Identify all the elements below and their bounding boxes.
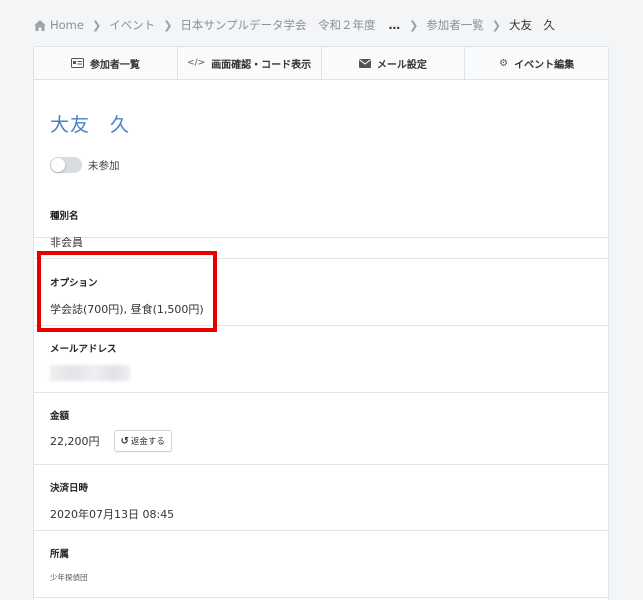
participant-card: 参加者一覧 </> 画面確認・コード表示 メール設定 ⚙ イベント編集 大友 久… — [33, 46, 609, 600]
type-label: 種別名 — [50, 211, 79, 222]
code-icon: </> — [187, 58, 206, 68]
home-icon — [34, 19, 46, 31]
breadcrumb-event-link[interactable]: イベント — [109, 17, 155, 33]
tab-mail-settings[interactable]: メール設定 — [322, 47, 466, 79]
tab-label: 参加者一覧 — [89, 59, 140, 71]
affiliation-value: 少年探偵団 — [50, 573, 88, 582]
tab-label: 画面確認・コード表示 — [211, 59, 312, 71]
paid-at-label: 決済日時 — [50, 483, 89, 494]
gear-icon: ⚙ — [499, 57, 509, 69]
amount-label: 金額 — [50, 411, 70, 422]
option-value: 学会誌(700円), 昼食(1,500円) — [50, 303, 204, 316]
affiliation-section: 所属 少年探偵団 — [34, 530, 608, 597]
envelope-icon — [358, 58, 371, 68]
tab-preview-code[interactable]: </> 画面確認・コード表示 — [178, 47, 322, 79]
email-redacted-value — [50, 365, 130, 381]
attendance-toggle[interactable] — [50, 157, 82, 173]
toggle-knob — [51, 158, 65, 172]
breadcrumb: Home ❯ イベント ❯ 日本サンプルデータ学会 令和２年度 … ❯ 参加者一… — [34, 16, 555, 34]
id-card-icon — [70, 58, 84, 68]
tab-bar: 参加者一覧 </> 画面確認・コード表示 メール設定 ⚙ イベント編集 — [34, 47, 608, 80]
breadcrumb-current: 大友 久 — [509, 18, 555, 32]
paid-at-section: 決済日時 2020年07月13日 08:45 — [34, 464, 608, 530]
breadcrumb-home-link[interactable]: Home — [50, 18, 84, 32]
type-value: 非会員 — [50, 236, 83, 249]
paid-at-value: 2020年07月13日 08:45 — [50, 508, 175, 521]
tab-label: イベント編集 — [514, 59, 575, 71]
affiliation-label: 所属 — [50, 549, 70, 560]
undo-icon: ↺ — [120, 435, 129, 447]
amount-section: 金額 22,200円 ↺ 返金する — [34, 392, 608, 464]
email-section: メールアドレス — [34, 325, 608, 392]
participant-name: 大友 久 — [50, 114, 131, 136]
chevron-right-icon: ❯ — [163, 18, 173, 32]
attendance-status-label: 未参加 — [88, 159, 120, 172]
tab-label: メール設定 — [376, 59, 427, 71]
breadcrumb-ellipsis[interactable]: … — [389, 18, 402, 32]
tab-event-edit[interactable]: ⚙ イベント編集 — [465, 47, 608, 79]
chevron-right-icon: ❯ — [91, 18, 102, 32]
chevron-right-icon: ❯ — [491, 18, 501, 32]
option-section: オプション 学会誌(700円), 昼食(1,500円) — [34, 258, 608, 325]
participant-header: 大友 久 未参加 種別名 非会員 — [34, 80, 608, 249]
email-label: メールアドレス — [50, 344, 117, 355]
chevron-right-icon: ❯ — [409, 18, 419, 32]
breadcrumb-event-name-link[interactable]: 日本サンプルデータ学会 令和２年度 — [180, 17, 375, 33]
breadcrumb-participants-link[interactable]: 参加者一覧 — [426, 17, 484, 33]
amount-value: 22,200円 — [50, 435, 100, 448]
tab-participant-list[interactable]: 参加者一覧 — [34, 47, 178, 79]
option-label: オプション — [50, 278, 98, 289]
refund-button-label: 返金する — [130, 437, 165, 447]
refund-button[interactable]: ↺ 返金する — [113, 430, 172, 452]
